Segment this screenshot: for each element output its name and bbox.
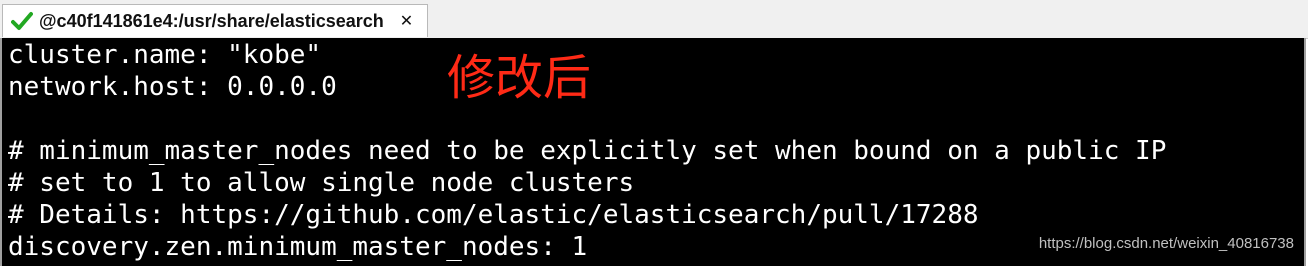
terminal-line-comment-1: # minimum_master_nodes need to be explic… <box>8 136 1167 166</box>
terminal-line-discovery: discovery.zen.minimum_master_nodes: 1 <box>8 232 588 262</box>
tab-title: @c40f141861e4:/usr/share/elasticsearch <box>39 10 384 31</box>
terminal-line-comment-3: # Details: https://github.com/elastic/el… <box>8 200 979 230</box>
terminal-window: @c40f141861e4:/usr/share/elasticsearch ✕… <box>0 0 1308 266</box>
close-icon[interactable]: ✕ <box>400 13 413 29</box>
terminal-output[interactable]: cluster.name: "kobe" network.host: 0.0.0… <box>0 38 1306 266</box>
check-icon <box>11 10 33 32</box>
watermark: https://blog.csdn.net/weixin_40816738 <box>1038 235 1294 252</box>
terminal-line-network-host: network.host: 0.0.0.0 <box>8 72 337 102</box>
session-tab[interactable]: @c40f141861e4:/usr/share/elasticsearch ✕ <box>2 4 429 37</box>
terminal-line-comment-2: # set to 1 to allow single node clusters <box>8 168 635 198</box>
terminal-line-cluster-name: cluster.name: "kobe" <box>8 40 322 70</box>
annotation-label: 修改后 <box>447 50 592 106</box>
tab-bar: @c40f141861e4:/usr/share/elasticsearch ✕ <box>0 0 1308 39</box>
